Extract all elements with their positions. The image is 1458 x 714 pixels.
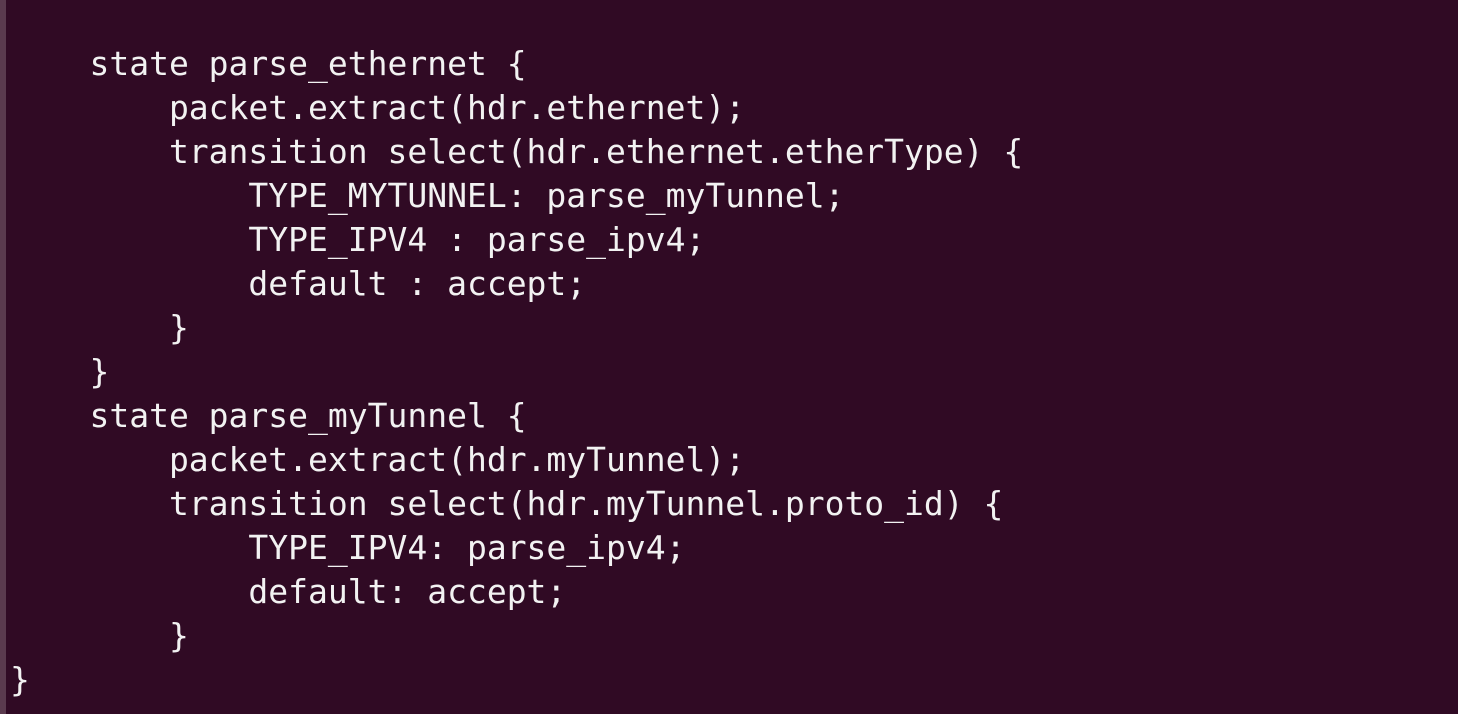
code-line: transition select(hdr.ethernet.etherType…	[10, 132, 1024, 171]
code-line: transition select(hdr.myTunnel.proto_id)…	[10, 484, 1004, 523]
code-line: }	[10, 352, 110, 391]
code-line: state parse_myTunnel {	[10, 396, 527, 435]
code-line: TYPE_MYTUNNEL: parse_myTunnel;	[10, 176, 845, 215]
terminal-window[interactable]: state parse_ethernet { packet.extract(hd…	[0, 0, 1458, 714]
code-line: default: accept;	[10, 572, 567, 611]
code-line: }	[10, 616, 189, 655]
code-block: state parse_ethernet { packet.extract(hd…	[10, 42, 1023, 702]
code-line: default : accept;	[10, 264, 587, 303]
code-line: }	[10, 660, 30, 699]
code-line: packet.extract(hdr.myTunnel);	[10, 440, 746, 479]
code-line: packet.extract(hdr.ethernet);	[10, 88, 746, 127]
code-line: }	[10, 308, 189, 347]
code-line: TYPE_IPV4: parse_ipv4;	[10, 528, 686, 567]
code-line: TYPE_IPV4 : parse_ipv4;	[10, 220, 706, 259]
code-line: state parse_ethernet {	[10, 44, 527, 83]
